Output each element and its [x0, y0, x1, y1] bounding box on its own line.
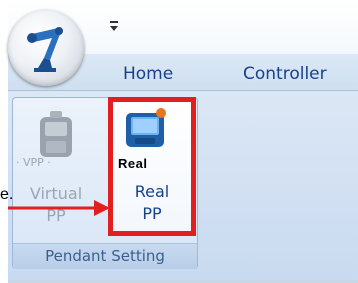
pointer-arrow-icon — [8, 200, 110, 216]
